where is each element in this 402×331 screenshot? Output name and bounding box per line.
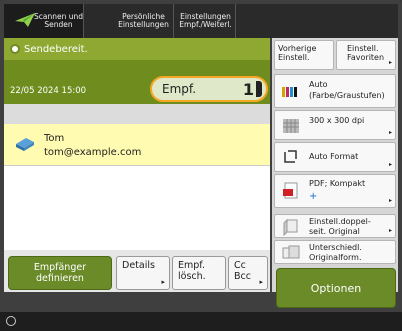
datetime: 22/05 2024 15:00 [10,86,87,96]
file-format-button[interactable]: PDF; Kompakt + ▸ [274,174,396,208]
delete-recipient-line2: lösch. [178,271,206,283]
favorites-button[interactable]: Einstell. Favoriten ▸ [336,40,396,70]
options-button[interactable]: Optionen [276,268,396,308]
duplex-icon [283,218,298,236]
list-header [4,104,270,124]
recipient-counter[interactable]: Empf. 1 [150,76,268,102]
cc-bcc-line1: Cc [234,260,246,271]
chevron-right-icon: ▸ [161,277,165,286]
chevron-right-icon: ▸ [388,129,392,137]
status-ok-icon [10,44,20,54]
define-recipient-line1: Empfänger [33,261,87,273]
chevron-right-icon: ▸ [388,227,392,235]
recipient-count: 1 [242,80,254,99]
scan-size-icon [284,150,297,163]
delete-recipient-button[interactable]: Empf. lösch. [172,256,226,290]
mixed-size-originals-button[interactable]: Unterschiedl. Originalform. [274,240,396,264]
duplex-line2: seit. Original [309,227,360,236]
chevron-right-icon: ▸ [388,197,392,205]
system-bar [0,312,402,331]
favorites-line1: Einstell. [347,44,379,53]
scan-size-button[interactable]: Auto Format ▸ [274,142,396,172]
options-label: Optionen [310,281,362,295]
plus-icon: + [309,191,318,202]
mixed-originals-icon [282,245,300,259]
previous-settings-line1: Vorherige [278,44,317,53]
previous-settings-line2: Einstell. [278,53,310,63]
tab-scan-and-send-line2: Senden [44,20,73,29]
color-mode-icon [282,87,297,97]
tab-personal-settings-line2: Einstellungen [118,20,169,29]
favorites-line2: Favoriten [347,53,385,63]
recipient-name: Tom [44,133,65,144]
email-recipient-icon [16,138,34,151]
recipient-counter-label: Empf. [162,82,197,96]
duplex-original-button[interactable]: Einstell.doppel- seit. Original ▸ [274,214,396,238]
tab-recipient-settings[interactable]: Einstellungen Empf./Weiterl. [176,4,236,38]
resolution-icon [283,119,299,133]
scan-size-label: Auto Format [309,152,359,161]
send-icon [15,13,35,27]
cc-bcc-button[interactable]: Cc Bcc ▸ [228,256,268,290]
mixed-line1: Unterschiedl. [309,243,362,252]
details-button[interactable]: Details ▸ [116,256,170,290]
chevron-right-icon: ▸ [388,59,392,67]
chevron-right-icon: ▸ [259,277,263,286]
recipient-list-empty-area [4,166,270,250]
recipient-row[interactable]: Tom tom@example.com [4,124,270,166]
color-line1: Auto [309,80,328,89]
pdf-file-icon [283,182,298,199]
delete-recipient-line1: Empf. [178,260,205,271]
top-bar: Scannen und Senden Persönliche Einstellu… [4,4,398,38]
recipient-email: tom@example.com [44,147,142,158]
status-monitor-icon[interactable] [6,316,16,326]
duplex-line1: Einstell.doppel- [309,217,371,226]
chevron-right-icon: ▸ [388,161,392,169]
color-select-button[interactable]: Auto (Farbe/Graustufen) [274,74,396,108]
resolution-button[interactable]: 300 x 300 dpi ▸ [274,110,396,140]
cc-bcc-line2: Bcc [234,271,251,283]
counter-end-marker [256,81,262,97]
tab-scan-and-send[interactable]: Scannen und Senden [4,4,84,38]
status-text: Sendebereit. [24,43,88,55]
file-format-label: PDF; Kompakt [309,179,366,188]
details-label: Details [122,260,155,271]
resolution-label: 300 x 300 dpi [309,116,365,125]
tab-recipient-settings-line2: Empf./Weiterl. [179,20,232,29]
mixed-line2: Originalform. [309,253,362,262]
define-recipient-line2: definieren [36,273,84,284]
define-recipient-button[interactable]: Empfänger definieren [8,256,112,290]
tab-personal-settings[interactable]: Persönliche Einstellungen [114,4,174,38]
status-bar: Sendebereit. [4,38,270,60]
previous-settings-button[interactable]: Vorherige Einstell. [274,40,334,70]
color-line2: (Farbe/Graustufen) [309,91,385,100]
